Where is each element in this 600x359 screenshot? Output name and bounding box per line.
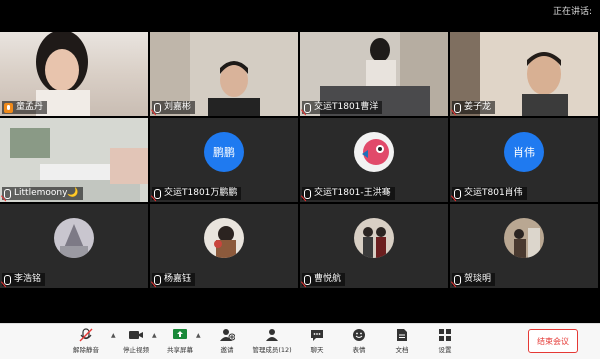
muted-mic-icon [304,188,311,199]
video-grid: 童孟丹 刘嘉彬 交运T1801曹洋 姜子龙 Littlemoony🌙 鹏鹏 交运… [0,32,600,288]
muted-microphone-icon [78,328,94,342]
avatar-image [354,132,394,172]
participant-name: 李浩铭 [14,274,42,284]
share-screen-label: 共享屏幕 [167,346,193,354]
unmute-options-caret-icon[interactable]: ▲ [111,332,116,339]
participant-label: 刘嘉彬 [152,101,196,114]
video-tile[interactable]: 刘嘉彬 [150,32,298,116]
participant-avatar [354,218,394,258]
muted-mic-icon [154,274,161,285]
settings-button[interactable]: 设置 [425,326,465,354]
members-icon [264,328,280,342]
manage-members-button[interactable]: 管理成员(12) [248,326,296,354]
participant-name: 杨嘉钰 [164,274,192,284]
participant-name: 贺琰明 [464,274,492,284]
participant-name: 姜子龙 [464,102,492,112]
invite-button[interactable]: 邀请 [207,326,247,354]
participant-label: Littlemoony🌙 [2,187,83,200]
participant-name: 交运T1801万鹏鹏 [164,188,238,198]
participant-label: 姜子龙 [452,101,496,114]
participant-label: 交运T1801-王洪骞 [302,187,395,200]
invite-label: 邀请 [220,346,234,354]
stop-video-label: 停止视频 [123,346,149,354]
video-tile[interactable]: 李浩铭 [0,204,148,288]
avatar-image [354,218,394,258]
docs-label: 文档 [395,346,409,354]
video-camera-icon [128,328,144,342]
unmute-button[interactable]: 解除静音 [66,326,106,354]
muted-mic-icon [154,188,161,199]
participant-name: 刘嘉彬 [164,102,192,112]
muted-mic-icon [454,274,461,285]
participant-name: 交运T1801曹洋 [314,102,379,112]
muted-mic-icon [154,102,161,113]
participant-name: 童孟丹 [16,102,44,112]
reactions-label: 表情 [352,346,366,354]
chat-button[interactable]: 聊天 [297,326,337,354]
smiley-face-icon [351,328,367,342]
chat-bubble-icon [309,328,325,342]
participant-label: 童孟丹 [2,101,48,114]
participant-label: 交运T801肖伟 [452,187,527,200]
share-screen-button[interactable]: 共享屏幕 [160,326,200,354]
participant-avatar [54,218,94,258]
manage-members-label: 管理成员(12) [252,346,292,354]
share-screen-icon [172,328,188,342]
participant-label: 杨嘉钰 [152,273,196,286]
participant-avatar [204,218,244,258]
participant-avatar [504,218,544,258]
video-tile[interactable]: 交运T1801曹洋 [300,32,448,116]
muted-mic-icon [454,188,461,199]
participant-avatar: 鹏鹏 [204,132,244,172]
participant-label: 贺琰明 [452,273,496,286]
video-tile[interactable]: 姜子龙 [450,32,598,116]
participant-name: 曹悦航 [314,274,342,284]
video-tile[interactable]: 童孟丹 [0,32,148,116]
stop-video-button[interactable]: 停止视频 [116,326,156,354]
participant-avatar [354,132,394,172]
avatar-image [204,218,244,258]
chat-label: 聊天 [310,346,324,354]
invite-person-icon [219,328,236,342]
participant-name: Littlemoony🌙 [14,188,79,198]
participant-label: 曹悦航 [302,273,346,286]
video-tile[interactable]: 交运T1801-王洪骞 [300,118,448,202]
speaking-mic-icon [4,102,13,113]
muted-mic-icon [304,102,311,113]
video-tile[interactable]: Littlemoony🌙 [0,118,148,202]
muted-mic-icon [454,102,461,113]
docs-button[interactable]: 文档 [382,326,422,354]
video-tile[interactable]: 肖伟 交运T801肖伟 [450,118,598,202]
participant-label: 交运T1801曹洋 [302,101,383,114]
video-options-caret-icon[interactable]: ▲ [152,332,157,339]
muted-mic-icon [4,188,11,199]
settings-label: 设置 [438,346,452,354]
video-tile[interactable]: 鹏鹏 交运T1801万鹏鹏 [150,118,298,202]
unmute-label: 解除静音 [73,346,99,354]
reactions-button[interactable]: 表情 [339,326,379,354]
top-bar: 正在讲话: [0,0,600,32]
document-icon [394,328,410,342]
participant-label: 交运T1801万鹏鹏 [152,187,242,200]
video-tile[interactable]: 杨嘉钰 [150,204,298,288]
settings-grid-icon [437,328,453,342]
speaking-indicator: 正在讲话: [552,7,592,17]
end-meeting-button[interactable]: 结束会议 [528,329,578,353]
share-options-caret-icon[interactable]: ▲ [196,332,201,339]
participant-name: 交运T1801-王洪骞 [314,188,391,198]
video-tile[interactable]: 贺琰明 [450,204,598,288]
meeting-toolbar: 解除静音 ▲ 停止视频 ▲ 共享屏幕 ▲ 邀请 管理成员(12) 聊天 表情 文… [0,323,600,359]
participant-label: 李浩铭 [2,273,46,286]
video-tile[interactable]: 曹悦航 [300,204,448,288]
muted-mic-icon [304,274,311,285]
muted-mic-icon [4,274,11,285]
participant-avatar: 肖伟 [504,132,544,172]
participant-name: 交运T801肖伟 [464,188,523,198]
avatar-image [504,218,544,258]
avatar-image [54,218,94,258]
